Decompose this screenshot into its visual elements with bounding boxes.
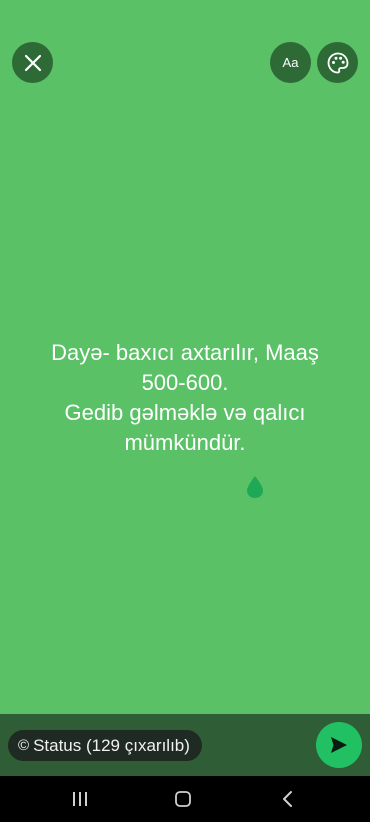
close-icon: [24, 54, 41, 71]
back-icon: [283, 791, 292, 807]
palette-icon: [327, 52, 348, 73]
recents-icon: [73, 792, 87, 806]
text-cursor-handle[interactable]: [246, 475, 264, 499]
send-button[interactable]: [316, 722, 362, 768]
send-icon: [331, 737, 347, 753]
audience-label: Status (129 çıxarılıb): [33, 735, 190, 755]
status-text[interactable]: Dayə- baxıcı axtarılır, Maaş 500-600. Ge…: [20, 338, 350, 458]
home-icon: [175, 791, 191, 807]
font-style-label: Aa: [282, 55, 299, 70]
font-style-button[interactable]: Aa: [270, 42, 311, 83]
system-navigation-bar: [0, 776, 370, 822]
close-button[interactable]: [12, 42, 53, 83]
home-button[interactable]: [163, 784, 203, 814]
status-audience-selector[interactable]: © Status (129 çıxarılıb): [8, 730, 202, 761]
recents-button[interactable]: [60, 784, 100, 814]
back-button[interactable]: [268, 784, 308, 814]
copyright-circle-icon: ©: [18, 737, 30, 754]
color-palette-button[interactable]: [317, 42, 358, 83]
